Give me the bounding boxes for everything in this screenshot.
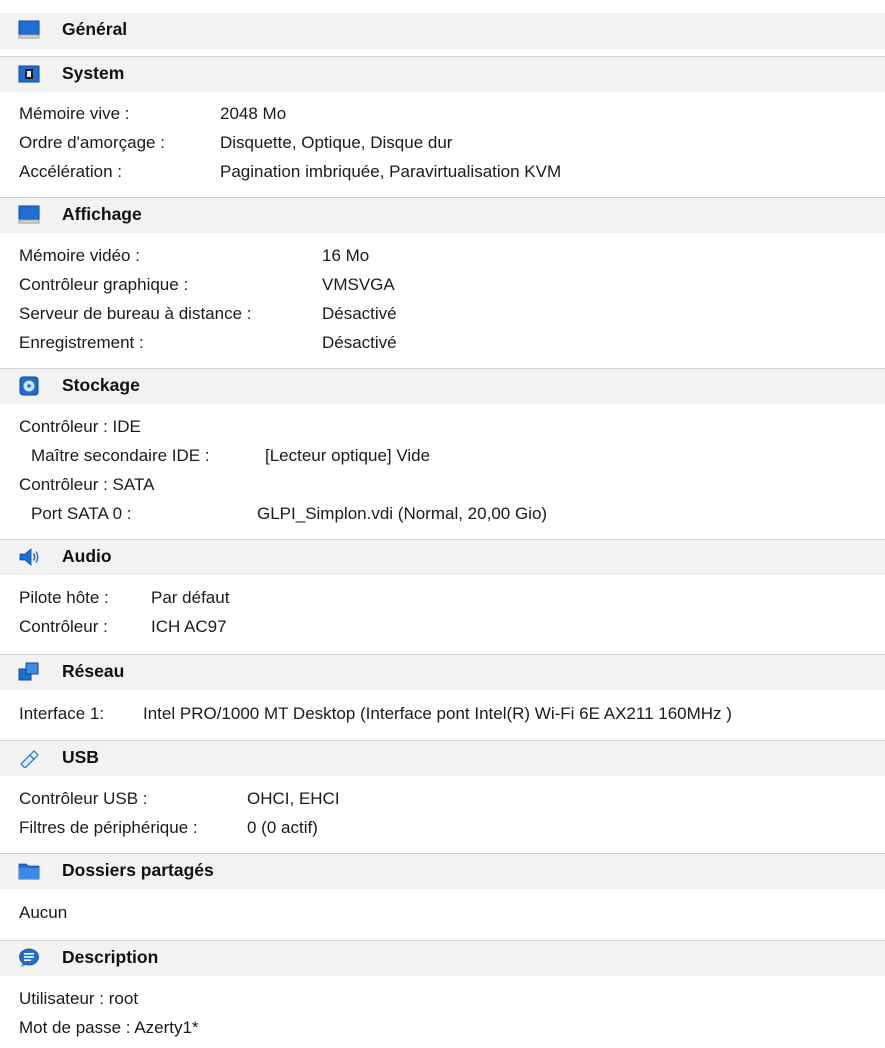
audio-row-value: ICH AC97: [151, 617, 227, 636]
section-title: Audio: [62, 546, 112, 566]
chip-icon: [18, 64, 40, 84]
section-title: USB: [62, 747, 99, 767]
storage-controller-sata: Contrôleur : SATA: [19, 475, 155, 494]
system-row-value: Pagination imbriquée, Paravirtualisation…: [220, 162, 562, 181]
system-row-label: Accélération :: [19, 162, 122, 181]
speech-bubble-icon: [18, 948, 40, 968]
shared-folders-value: Aucun: [19, 903, 68, 922]
system-row-value: 2048 Mo: [220, 104, 287, 123]
display-row-label: Contrôleur graphique :: [19, 275, 189, 294]
usb-row-label: Filtres de périphérique :: [19, 818, 198, 837]
usb-row-value: OHCI, EHCI: [247, 789, 340, 808]
section-description-header[interactable]: Description: [0, 940, 885, 976]
folder-icon: [18, 861, 40, 881]
audio-row-value: Par défaut: [151, 588, 230, 607]
section-audio-header[interactable]: Audio: [0, 539, 885, 575]
network-row-label: Interface 1:: [19, 704, 105, 723]
storage-row-value: [Lecteur optique] Vide: [265, 446, 431, 465]
system-row-label: Ordre d'amorçage :: [19, 133, 165, 152]
section-title: Affichage: [62, 204, 142, 224]
section-title: Général: [62, 19, 128, 39]
section-general-header[interactable]: Général: [0, 13, 885, 49]
audio-row-label: Contrôleur :: [19, 617, 108, 636]
display-row-label: Mémoire vidéo :: [19, 246, 140, 265]
network-icon: [18, 662, 40, 682]
vm-details-panel: Général System Mémoire vive : 2048 Mo Or…: [0, 0, 885, 1048]
usb-row-label: Contrôleur USB :: [19, 789, 148, 808]
section-usb-header[interactable]: USB: [0, 740, 885, 776]
speaker-icon: [18, 547, 40, 567]
storage-row-label: Maître secondaire IDE :: [31, 446, 210, 465]
storage-controller-ide: Contrôleur : IDE: [19, 417, 141, 436]
monitor-icon: [18, 20, 40, 40]
display-row-value: 16 Mo: [322, 246, 370, 265]
section-network-header[interactable]: Réseau: [0, 654, 885, 690]
monitor-icon: [18, 205, 40, 225]
audio-row-label: Pilote hôte :: [19, 588, 109, 607]
section-storage-header[interactable]: Stockage: [0, 368, 885, 404]
section-system-header[interactable]: System: [0, 56, 885, 92]
section-shared-folders-header[interactable]: Dossiers partagés: [0, 853, 885, 889]
display-row-value: Désactivé: [322, 304, 397, 323]
section-title: Stockage: [62, 375, 140, 395]
section-title: System: [62, 63, 125, 83]
section-title: Réseau: [62, 661, 125, 681]
display-row-value: VMSVGA: [322, 275, 395, 294]
description-line: Utilisateur : root: [19, 989, 139, 1008]
system-row-label: Mémoire vive :: [19, 104, 130, 123]
display-row-value: Désactivé: [322, 333, 397, 352]
usb-row-value: 0 (0 actif): [247, 818, 318, 837]
section-title: Description: [62, 947, 159, 967]
section-display-header[interactable]: Affichage: [0, 197, 885, 233]
storage-row-label: Port SATA 0 :: [31, 504, 132, 523]
disk-icon: [18, 376, 40, 396]
network-row-value: Intel PRO/1000 MT Desktop (Interface pon…: [143, 704, 732, 723]
storage-row-value: GLPI_Simplon.vdi (Normal, 20,00 Gio): [257, 504, 548, 523]
usb-icon: [18, 748, 40, 768]
section-title: Dossiers partagés: [62, 860, 214, 880]
display-row-label: Enregistrement :: [19, 333, 144, 352]
display-row-label: Serveur de bureau à distance :: [19, 304, 252, 323]
description-line: Mot de passe : Azerty1*: [19, 1018, 199, 1037]
system-row-value: Disquette, Optique, Disque dur: [220, 133, 453, 152]
